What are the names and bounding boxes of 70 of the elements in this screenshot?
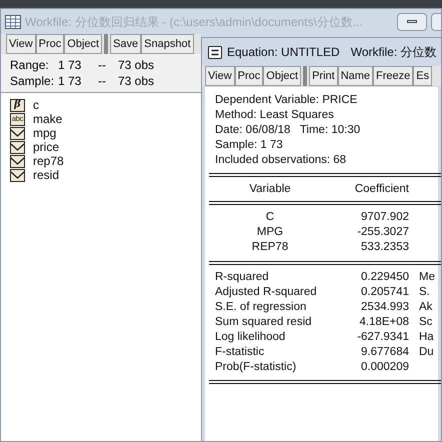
stat-label: S.E. of regression [215,300,308,315]
column-header: Coefficient [354,182,409,196]
stat-value: 0.229450 [360,270,409,285]
object-name[interactable]: make [33,112,62,126]
table-cell-text: REP78 [250,240,290,255]
range-separator: -- [97,57,107,73]
stat-label: Du [418,345,434,360]
stat-value: 4.18E+08 [358,315,409,330]
series-icon [10,168,25,182]
stat-label: Prob(F-statistic) [215,360,298,375]
range-separator: -- [97,73,107,89]
toolbar-button[interactable]: Proc [36,34,64,54]
series-icon [10,126,25,140]
stat-value: 0.000209 [360,360,409,375]
series-icon [10,140,25,154]
table-icon [5,14,21,28]
object-name[interactable]: resid [33,168,60,182]
toolbar-button[interactable]: Snapshot [141,34,194,54]
sample-value: 1 73 [57,73,82,89]
output-line: Sample: 1 73 [215,138,284,153]
stat-label: R-squared [215,270,270,285]
range-value: 1 73 [57,57,82,73]
output-line: Dependent Variable: PRICE [215,93,358,108]
toolbar-button[interactable]: Object [64,34,102,54]
stat-label: Sc [418,315,432,330]
stat-value: 0.205741 [360,285,409,300]
window-title: Equation: UNTITLED [227,44,340,61]
stat-label: F-statistic [215,345,266,360]
series-icon [10,154,25,168]
column-header: Variable [248,182,292,196]
stat-label: Log likelihood [215,330,286,345]
toolbar-button[interactable]: Print [309,66,338,86]
toolbar-button[interactable]: Proc [234,66,264,86]
minimize-button[interactable] [397,12,427,30]
toolbar-separator [303,66,308,86]
output-line: Included observations: 68 [215,153,348,168]
object-name[interactable]: mpg [33,126,56,140]
table-cell-text: -255.3027 [356,225,409,240]
table-cell-text: C [264,210,276,225]
toolbar-separator [104,34,108,54]
workfile-name: Workfile: 分位数 [350,44,437,61]
object-name[interactable]: c [33,98,39,112]
toolbar-button[interactable]: Freeze [373,66,414,86]
equation-icon [208,46,222,58]
toolbar-button[interactable]: View [6,34,36,54]
stat-label: Ha [418,330,434,345]
stat-value: 9.677684 [360,345,409,360]
output-line: Date: 06/08/18 Time: 10:30 [215,123,362,138]
table-cell-text: 9707.902 [360,210,409,225]
stat-value: 2534.993 [360,300,409,315]
stat-value: -627.9341 [356,330,409,345]
sample-label: Sample: [10,73,54,89]
object-name[interactable]: rep78 [33,154,64,168]
sample-obs: 73 obs [118,73,154,89]
toolbar-button[interactable]: Name [338,66,374,86]
range-obs: 73 obs [118,57,154,73]
table-cell-text: MPG [256,225,284,240]
stat-label: Me [418,270,435,285]
table-cell-text: 533.2353 [360,240,409,255]
toolbar-button[interactable]: Es [413,66,432,86]
stat-label: Adjusted R-squared [215,285,318,300]
stat-label: S. [418,285,430,300]
output-line: Method: Least Squares [215,108,335,123]
stat-label: Sum squared resid [215,315,313,330]
toolbar-button[interactable]: View [205,66,235,86]
object-name[interactable]: price [33,140,60,154]
toolbar-button[interactable]: Object [263,66,302,86]
range-label: Range: [10,57,50,73]
toolbar-button[interactable]: Save [110,34,142,54]
stat-label: Ak [418,300,432,315]
